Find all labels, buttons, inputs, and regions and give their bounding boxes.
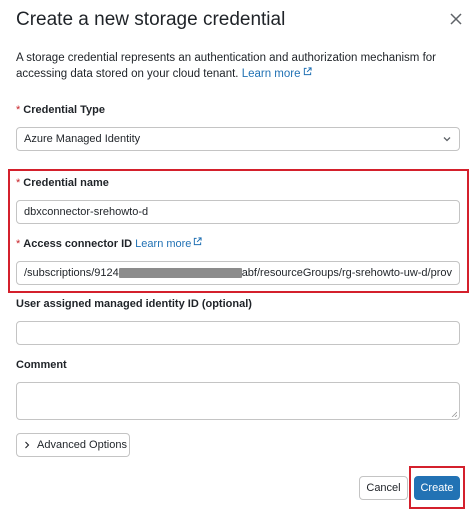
learn-more-label: Learn more <box>241 67 301 80</box>
learn-more-link[interactable]: Learn more <box>241 66 312 80</box>
create-storage-credential-dialog: Create a new storage credential A storag… <box>0 0 474 513</box>
highlight-box-connector-fields <box>8 169 469 293</box>
chevron-right-icon <box>25 441 30 449</box>
user-identity-label: User assigned managed identity ID (optio… <box>16 298 252 310</box>
cancel-button[interactable]: Cancel <box>359 476 408 500</box>
credential-type-select[interactable]: Azure Managed Identity <box>16 127 460 151</box>
comment-label: Comment <box>16 359 67 371</box>
advanced-options-label: Advanced Options <box>37 439 127 451</box>
external-link-icon <box>303 66 312 75</box>
credential-type-value: Azure Managed Identity <box>24 133 141 145</box>
user-identity-input[interactable] <box>16 321 460 345</box>
credential-type-label: * Credential Type <box>16 104 105 116</box>
comment-textarea[interactable] <box>16 382 460 420</box>
required-marker: * <box>16 104 21 116</box>
description-text: A storage credential represents an authe… <box>16 52 437 80</box>
credential-type-label-text: Credential Type <box>23 104 105 116</box>
dialog-title: Create a new storage credential <box>16 9 286 30</box>
resize-handle-icon[interactable] <box>451 411 457 417</box>
close-icon[interactable] <box>446 9 466 29</box>
highlight-box-create-button <box>409 466 465 509</box>
dialog-description: A storage credential represents an authe… <box>16 51 456 82</box>
chevron-down-icon <box>443 137 451 142</box>
cancel-label: Cancel <box>366 482 401 494</box>
advanced-options-button[interactable]: Advanced Options <box>16 433 130 457</box>
